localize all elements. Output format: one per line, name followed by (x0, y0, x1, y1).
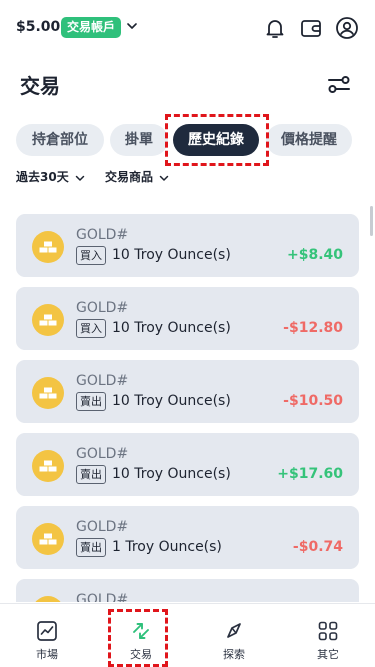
trade-row[interactable]: GOLD# 賣出 10 Troy Ounce(s) -$10.50 (16, 360, 359, 423)
nav-market-label: 市場 (36, 648, 58, 661)
trade-quantity: 10 Troy Ounce(s) (112, 393, 231, 409)
trade-side-badge: 賣出 (76, 538, 106, 557)
highlight-trade-nav (108, 609, 168, 667)
product-filter[interactable]: 交易商品 (105, 168, 169, 185)
top-bar: $5.00 交易帳戶 (0, 0, 375, 56)
scrollbar[interactable] (370, 206, 373, 236)
tab-positions[interactable]: 持倉部位 (16, 124, 104, 156)
tab-price-alerts[interactable]: 價格提醒 (266, 124, 352, 156)
settings-sliders-icon[interactable] (326, 72, 352, 96)
wallet-icon[interactable] (299, 16, 323, 40)
trade-symbol: GOLD# (76, 446, 129, 462)
trade-symbol: GOLD# (76, 592, 129, 602)
trade-pnl: -$10.50 (283, 393, 343, 409)
trade-symbol: GOLD# (76, 227, 129, 243)
trade-side-badge: 賣出 (76, 392, 106, 411)
trade-quantity: 10 Troy Ounce(s) (112, 247, 231, 263)
account-balance: $5.00 (16, 19, 61, 35)
trade-quantity: 1 Troy Ounce(s) (112, 539, 222, 555)
trade-row[interactable]: GOLD# (16, 579, 359, 602)
trade-history-list: GOLD# 買入 10 Troy Ounce(s) +$8.40 GOLD# 買… (16, 214, 359, 602)
nav-explore-label: 探索 (223, 648, 245, 661)
trade-symbol: GOLD# (76, 519, 129, 535)
nav-market[interactable]: 市場 (12, 604, 82, 667)
trade-row[interactable]: GOLD# 買入 10 Troy Ounce(s) +$8.40 (16, 214, 359, 277)
nav-more[interactable]: 其它 (293, 604, 363, 667)
trade-side-badge: 買入 (76, 246, 106, 265)
chevron-down-icon (159, 175, 169, 181)
trade-pnl: +$17.60 (277, 466, 343, 482)
chevron-down-icon[interactable] (126, 20, 138, 32)
period-filter[interactable]: 過去30天 (16, 168, 85, 185)
trade-symbol: GOLD# (76, 300, 129, 316)
more-grid-icon (318, 621, 338, 641)
profile-icon[interactable] (335, 16, 359, 40)
trade-quantity: 10 Troy Ounce(s) (112, 320, 231, 336)
tab-pending-orders[interactable]: 掛單 (110, 124, 168, 156)
trade-pnl: -$0.74 (292, 539, 343, 555)
gold-bars-icon (32, 450, 64, 482)
tab-bar: 持倉部位 掛單 歷史紀錄 價格提醒 (0, 114, 375, 166)
gold-bars-icon (32, 304, 64, 336)
explore-compass-icon (227, 623, 241, 638)
bell-icon[interactable] (263, 16, 287, 40)
highlight-history-tab (165, 114, 269, 166)
trade-side-badge: 賣出 (76, 465, 106, 484)
account-type-badge[interactable]: 交易帳戶 (61, 17, 122, 38)
trade-row[interactable]: GOLD# 賣出 10 Troy Ounce(s) +$17.60 (16, 433, 359, 496)
gold-bars-icon (32, 523, 64, 555)
chevron-down-icon (75, 175, 84, 181)
period-filter-label: 過去30天 (16, 170, 69, 184)
trade-symbol: GOLD# (76, 373, 129, 389)
gold-bars-icon (32, 377, 64, 409)
nav-explore[interactable]: 探索 (199, 604, 269, 667)
trade-quantity: 10 Troy Ounce(s) (112, 466, 231, 482)
trade-row[interactable]: GOLD# 賣出 1 Troy Ounce(s) -$0.74 (16, 506, 359, 569)
trade-side-badge: 買入 (76, 319, 106, 338)
product-filter-label: 交易商品 (105, 170, 154, 184)
gold-bars-icon (32, 596, 64, 602)
trade-pnl: -$12.80 (283, 320, 343, 336)
bottom-nav: 市場 交易 探索 其它 (0, 603, 375, 667)
gold-bars-icon (32, 231, 64, 263)
nav-more-label: 其它 (317, 648, 339, 661)
filter-row: 過去30天 交易商品 (0, 166, 375, 190)
trade-row[interactable]: GOLD# 買入 10 Troy Ounce(s) -$12.80 (16, 287, 359, 350)
page-title: 交易 (20, 74, 60, 98)
market-chart-icon (37, 621, 57, 641)
trade-pnl: +$8.40 (286, 247, 343, 263)
